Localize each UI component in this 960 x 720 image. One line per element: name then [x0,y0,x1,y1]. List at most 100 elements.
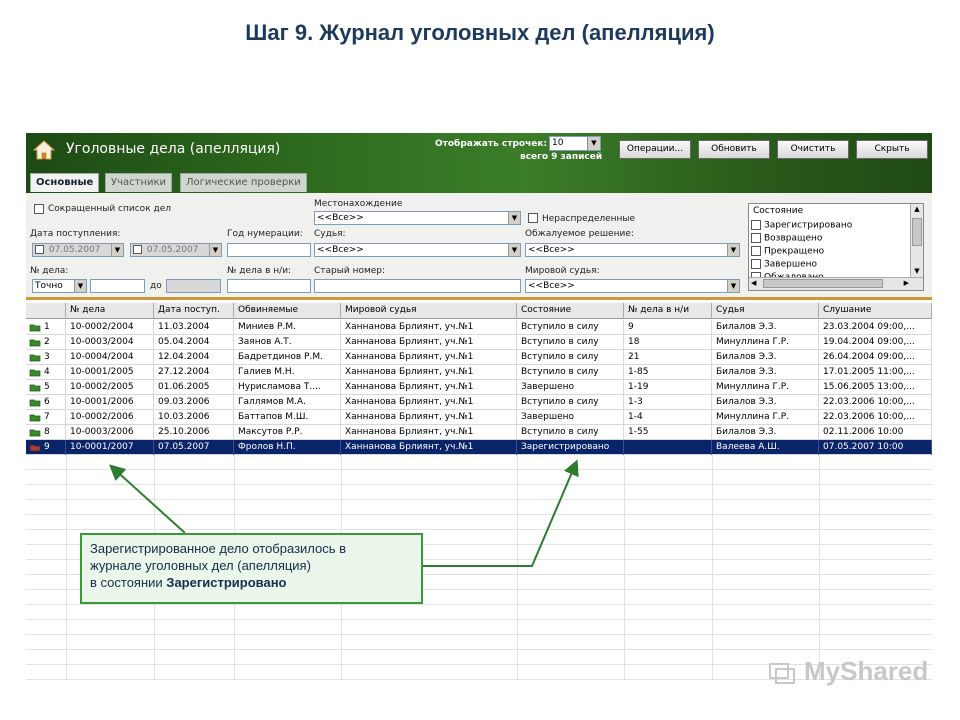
location-select[interactable]: <<Все>> ▼ [314,211,521,225]
header-hearing[interactable]: Слушание [819,303,932,319]
cell-hearing: 17.01.2005 11:00,... [819,365,932,380]
table-row[interactable]: 1 10-0002/2004 11.03.2004 Миниев Р.М. Ханнан… [26,320,932,335]
grid-line [66,560,67,575]
chevron-down-icon[interactable]: ▼ [111,244,123,256]
state-checkbox[interactable] [751,233,761,243]
judge-value: <<Все>> [317,245,364,255]
year-input[interactable] [227,243,311,257]
case-no-from-input[interactable] [90,279,145,293]
state-option-terminated[interactable]: Прекращено [751,246,824,257]
unassigned-checkbox[interactable] [528,213,538,223]
date-from-field[interactable]: 07.05.2007 ▼ [32,243,124,257]
header-state[interactable]: Состояние [517,303,624,319]
cell-accused: Галиев М.Н. [234,365,341,380]
grid-line [234,470,235,485]
clear-button[interactable]: Очистить [777,140,849,159]
header-accused[interactable]: Обвиняемые [234,303,341,319]
short-list-checkbox[interactable] [34,204,44,214]
scroll-thumb[interactable] [912,218,922,246]
row-indicator: 2 [26,335,66,350]
state-list-hscrollbar[interactable]: ◀ ▶ [749,277,923,290]
empty-row [26,470,932,485]
chevron-right-icon[interactable]: ▶ [904,279,909,287]
grid-line [819,455,820,470]
table-row[interactable]: 5 10-0002/2005 01.06.2005 Нурисламова Т....… [26,380,932,395]
state-checkbox[interactable] [751,246,761,256]
state-option-completed[interactable]: Завершено [751,259,817,270]
chevron-up-icon[interactable]: ▲ [912,205,922,215]
cell-hearing: 15.06.2005 13:00,... [819,380,932,395]
chevron-down-icon[interactable]: ▼ [912,267,922,277]
cell-date: 07.05.2007 [154,440,234,455]
cell-nn: 1-19 [624,380,712,395]
match-select[interactable]: Точно ▼ [32,279,87,293]
state-list-vscrollbar[interactable]: ▲ ▼ [910,204,923,278]
chevron-down-icon[interactable]: ▼ [508,212,520,224]
table-row[interactable]: 6 10-0001/2006 09.03.2006 Галлямов М.А. Ханн… [26,395,932,410]
state-option-registered[interactable]: Зарегистрировано [751,220,852,231]
grid-line [624,560,625,575]
header-case-no[interactable]: № дела [66,303,154,319]
home-icon[interactable] [32,139,56,161]
table-row[interactable]: 2 10-0003/2004 05.04.2004 Заянов А.Т. Ханнан… [26,335,932,350]
date-to-field[interactable]: 07.05.2007 ▼ [130,243,222,257]
chevron-down-icon[interactable]: ▼ [209,244,221,256]
header-date[interactable]: Дата поступ. [154,303,234,319]
chevron-down-icon[interactable]: ▼ [727,244,739,256]
rows-per-page-select[interactable]: 10 ▼ [549,136,601,151]
table-row[interactable]: 7 10-0002/2006 10.03.2006 Баттапов М.Ш. Ханн… [26,410,932,425]
grid-line [819,515,820,530]
date-from-checkbox[interactable] [35,245,44,254]
header-judge[interactable]: Судья [712,303,819,319]
state-checkbox[interactable] [751,220,761,230]
magistrate-select[interactable]: <<Все>> ▼ [525,279,740,293]
grid-line [712,455,713,470]
case-no-to-input[interactable] [166,279,221,293]
scroll-thumb[interactable] [763,279,883,288]
location-label: Местонахождение [314,199,403,209]
tab-logic-checks[interactable]: Логические проверки [180,173,307,192]
cell-case: 10-0001/2006 [66,395,154,410]
chevron-down-icon[interactable]: ▼ [587,137,600,150]
state-list[interactable]: Состояние Зарегистрировано Возвращено Пр… [748,203,924,291]
chevron-down-icon[interactable]: ▼ [727,280,739,292]
table-row[interactable]: 4 10-0001/2005 27.12.2004 Галиев М.Н. Ханнан… [26,365,932,380]
location-value: <<Все>> [317,213,364,223]
grid-line [517,455,518,470]
hide-button[interactable]: Скрыть [856,140,928,159]
table-row[interactable]: 3 10-0004/2004 12.04.2004 Бадретдинов Р.М. Х… [26,350,932,365]
state-option-returned[interactable]: Возвращено [751,233,822,244]
refresh-button[interactable]: Обновить [698,140,770,159]
grid-line [624,515,625,530]
tab-participants[interactable]: Участники [105,173,173,192]
grid-line [624,485,625,500]
grid-line [154,620,155,635]
state-checkbox[interactable] [751,259,761,269]
grid-line [712,560,713,575]
old-no-input[interactable] [314,279,521,293]
cell-nn: 1-3 [624,395,712,410]
grid-line [66,530,67,545]
cell-accused: Фролов Н.П. [234,440,341,455]
date-from-value: 07.05.2007 [48,245,101,255]
operations-button[interactable]: Операции... [619,140,691,159]
header-magistrate[interactable]: Мировой судья [341,303,517,319]
chevron-left-icon[interactable]: ◀ [751,279,756,287]
header-case-nn[interactable]: № дела в н/и [624,303,712,319]
state-option-label: Завершено [764,259,818,270]
grid-line [712,635,713,650]
grid-line [712,470,713,485]
records-count: всего 9 записей [520,152,603,162]
table-row[interactable]: 8 10-0003/2006 25.10.2006 Максутов Р.Р. Ханн… [26,425,932,440]
table-row[interactable]: 9 10-0001/2007 07.05.2007 Фролов Н.П. Ханнан… [26,440,932,455]
grid-line [517,635,518,650]
tab-main[interactable]: Основные [30,173,100,192]
judge-select[interactable]: <<Все>> ▼ [314,243,521,257]
chevron-down-icon[interactable]: ▼ [74,280,86,292]
case-no-nn-input[interactable] [227,279,311,293]
decision-select[interactable]: <<Все>> ▼ [525,243,740,257]
date-to-checkbox[interactable] [133,245,142,254]
chevron-down-icon[interactable]: ▼ [508,244,520,256]
row-indicator: 7 [26,410,66,425]
grid-line [66,575,67,590]
